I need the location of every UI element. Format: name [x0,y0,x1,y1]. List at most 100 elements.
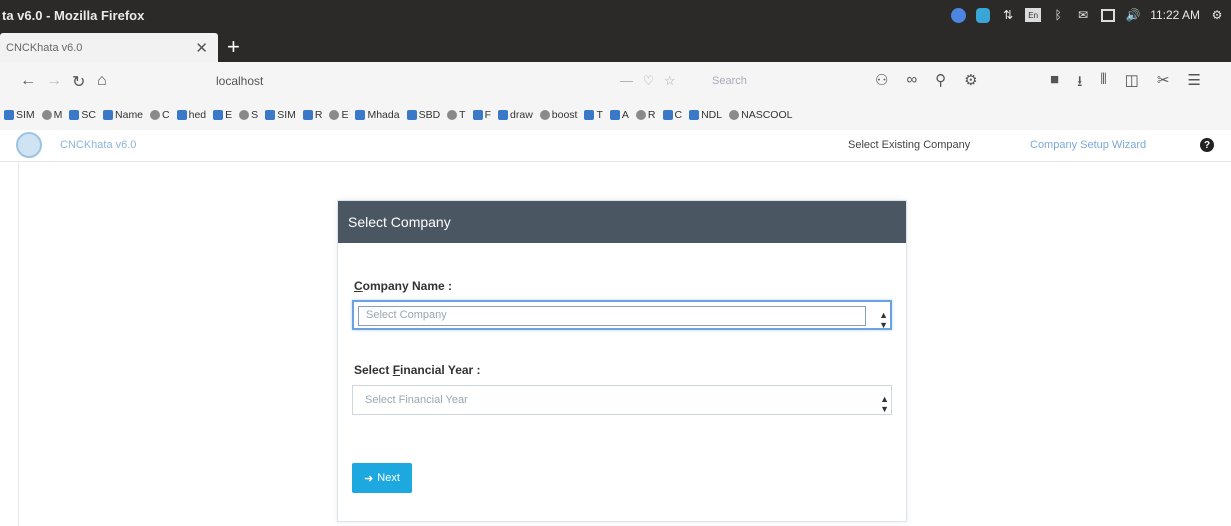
browser-tab[interactable]: CNCKhata v6.0 ✕ [0,33,218,62]
bookmark-label: C [674,109,683,121]
zoom-icon[interactable]: ⚲ [935,71,946,89]
bookmark-item[interactable]: R [635,109,656,121]
bookmark-item[interactable]: M [41,109,62,121]
bookmark-label: SIM [16,109,35,121]
forward-icon[interactable]: → [46,72,62,90]
sidebar-icon[interactable]: ◫ [1125,71,1139,96]
settings-gear-icon[interactable]: ⚙ [1209,7,1225,23]
company-label-text: ompany Name : [362,279,453,293]
company-wizard-link[interactable]: Company Setup Wizard [1030,139,1146,151]
keyboard-layout-icon[interactable]: En [1025,7,1042,23]
bookmark-icon [355,110,366,120]
reload-icon[interactable]: ↻ [72,72,85,92]
search-input[interactable]: Search [700,69,850,93]
url-bar[interactable]: localhost [190,68,675,94]
clock[interactable]: 11:22 AM [1150,7,1200,23]
select-existing-company-link[interactable]: Select Existing Company [848,139,970,151]
bookmark-label: NDL [701,109,723,121]
page-actions-icon[interactable]: — ♡ ☆ [620,73,679,89]
toolbar-group-right: ■ ⭳ ⫴ ◫ ✂ ☰ [1050,71,1201,96]
bookmark-label: Name [115,109,144,121]
select-company-panel: Select Company Company Name : Select Com… [337,200,907,522]
bookmark-item[interactable]: SIM [265,109,296,121]
bookmark-icon [689,110,700,120]
window-title-bar: ta v6.0 - Mozilla Firefox ⇅ En ᛒ ✉ 🔊 11:… [0,0,1231,30]
bookmark-item[interactable]: SC [69,109,96,121]
home-icon[interactable]: ⌂ [97,72,107,90]
bookmark-item[interactable]: A [609,109,629,121]
bookmark-label: F [484,109,492,121]
toolbar-group-left: ⚇ ∞ ⚲ ⚙ [875,71,978,89]
bookmarks-bar: SIM M SC Name Ched E S SIM R E Mhada SBD T Fdraw boost… [0,100,1231,130]
bookmark-item[interactable]: Name [103,109,143,121]
app-logo-icon[interactable] [16,132,42,158]
bookmark-item[interactable]: F [472,109,492,121]
account-icon[interactable]: ⚇ [875,71,888,89]
download-icon[interactable]: ⭳ [1077,71,1082,96]
addon-gear-icon[interactable]: ⚙ [964,71,977,89]
bookmark-label: T [459,109,466,121]
bookmark-icon [329,110,340,120]
close-tab-icon[interactable]: ✕ [195,39,208,57]
financial-year-select[interactable]: Select Financial Year ▲ ▼ [352,385,892,415]
library-icon[interactable]: ⫴ [1100,71,1106,96]
bookmark-item[interactable]: C [150,109,170,121]
bookmark-icon [635,110,646,120]
bookmark-item[interactable]: draw [498,109,533,121]
company-name-label: Company Name : [354,279,452,293]
bookmark-icon [69,110,80,120]
next-button[interactable]: ➜ Next [352,463,412,493]
volume-icon[interactable]: 🔊 [1125,7,1141,23]
bookmark-item[interactable]: NASCOOL [729,109,792,121]
bookmark-item[interactable]: E [329,109,348,121]
bookmark-icon [609,110,620,120]
bookmark-icon [41,110,52,120]
bookmark-label: draw [510,109,533,121]
bookmark-label: Mhada [367,109,400,121]
app-header: CNCKhata v6.0 Select Existing Company Co… [0,130,1231,162]
bookmark-label: SIM [277,109,296,121]
screenshot-icon[interactable]: ✂ [1157,71,1170,96]
bookmark-label: NASCOOL [741,109,793,121]
messenger-icon[interactable] [975,7,991,23]
company-select-caret-icon[interactable]: ▲ ▼ [879,310,888,330]
financial-year-select-value: Select Financial Year [365,394,468,406]
app-name[interactable]: CNCKhata v6.0 [60,139,136,151]
extension-icon[interactable]: ■ [1050,71,1059,96]
network-transfer-icon[interactable]: ⇅ [1000,7,1016,23]
link-icon[interactable]: ∞ [906,71,917,89]
menu-icon[interactable]: ☰ [1187,71,1200,96]
bookmark-item[interactable]: Mhada [355,109,400,121]
mail-icon[interactable]: ✉ [1075,7,1091,23]
year-label-prefix: Select [354,363,393,377]
bookmark-icon [539,110,550,120]
help-icon[interactable]: ? [1200,138,1214,152]
bookmark-item[interactable]: SIM [4,109,35,121]
bookmark-label: boost [551,109,578,121]
company-select[interactable]: Select Company ▲ ▼ [352,300,892,330]
bookmark-item[interactable]: S [239,109,258,121]
bookmark-item[interactable]: T [447,109,466,121]
bookmark-icon [176,110,187,120]
bookmark-item[interactable]: C [662,109,683,121]
bookmark-label: C [162,109,170,121]
bookmark-item[interactable]: NDL [689,109,722,121]
bookmark-item[interactable]: R [302,109,322,121]
bookmark-item[interactable]: boost [539,109,578,121]
bluetooth-icon[interactable]: ᛒ [1050,7,1066,23]
bookmark-item[interactable]: T [584,109,603,121]
search-placeholder: Search [712,75,747,87]
back-icon[interactable]: ← [20,72,36,90]
bookmark-label: SC [81,109,97,121]
tab-bar: CNCKhata v6.0 ✕ + [0,30,1231,62]
bookmark-item[interactable]: hed [176,109,206,121]
next-button-label: Next [377,472,400,484]
financial-year-label: Select Financial Year : [354,363,481,377]
system-tray: ⇅ En ᛒ ✉ 🔊 11:22 AM ⚙ [950,0,1225,30]
year-select-caret-icon[interactable]: ▲ ▼ [880,394,889,414]
bookmark-item[interactable]: SBD [406,109,440,121]
new-tab-icon[interactable]: + [227,36,240,58]
browser-globe-icon[interactable] [950,7,966,23]
battery-icon[interactable] [1100,7,1116,23]
bookmark-item[interactable]: E [213,109,232,121]
